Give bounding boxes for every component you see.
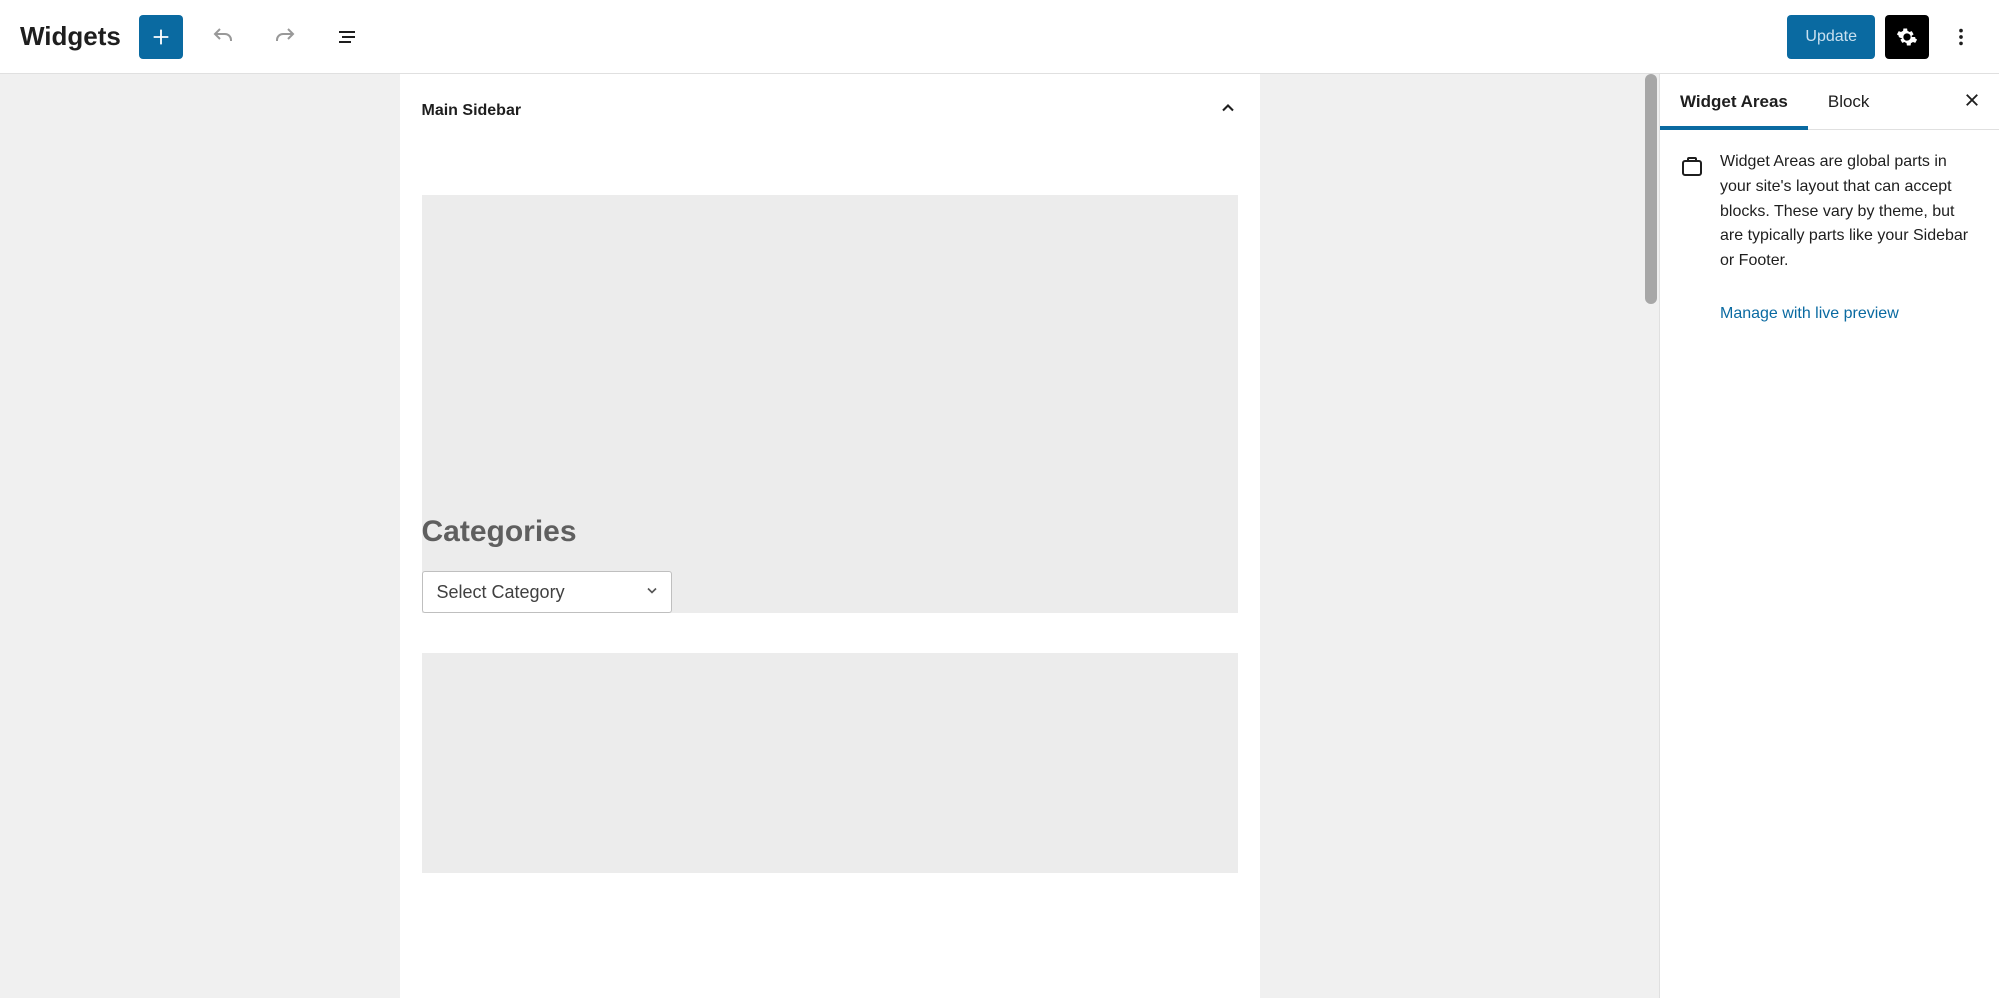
plus-icon	[150, 26, 172, 48]
tab-widget-areas[interactable]: Widget Areas	[1660, 74, 1808, 130]
widget-area-panel: Main Sidebar Categories Select Category	[400, 74, 1260, 998]
gear-icon	[1896, 26, 1918, 48]
block-gap	[422, 613, 1238, 653]
manage-live-preview-link[interactable]: Manage with live preview	[1720, 302, 1979, 327]
settings-sidebar: Widget Areas Block Widget Areas are glob…	[1659, 74, 1999, 998]
close-icon	[1963, 96, 1981, 112]
editor-body: Main Sidebar Categories Select Category	[0, 74, 1999, 998]
add-block-button[interactable]	[139, 15, 183, 59]
toolbar-right-group: Update	[1787, 15, 1983, 59]
redo-icon	[273, 25, 297, 49]
editor-canvas-column: Main Sidebar Categories Select Category	[0, 74, 1659, 998]
settings-content: Widget Areas are global parts in your si…	[1660, 130, 1999, 347]
undo-icon	[211, 25, 235, 49]
chevron-up-icon	[1218, 98, 1238, 123]
categories-widget-block[interactable]: Categories Select Category	[422, 195, 1238, 613]
categories-heading: Categories	[422, 515, 1238, 549]
categories-select[interactable]: Select Category	[422, 571, 672, 613]
widget-area-title: Main Sidebar	[422, 102, 522, 120]
more-vertical-icon	[1950, 26, 1972, 48]
toolbar-left-group: Widgets	[20, 15, 369, 59]
page-title: Widgets	[20, 21, 121, 52]
widget-area-body: Categories Select Category	[400, 145, 1260, 933]
close-settings-button[interactable]	[1955, 83, 1989, 120]
scrollbar-thumb[interactable]	[1645, 74, 1657, 304]
editor-toolbar: Widgets	[0, 0, 1999, 74]
next-widget-block[interactable]	[422, 653, 1238, 873]
list-icon	[335, 25, 359, 49]
settings-description: Widget Areas are global parts in your si…	[1720, 153, 1968, 269]
settings-tabs: Widget Areas Block	[1660, 74, 1999, 130]
settings-button[interactable]	[1885, 15, 1929, 59]
settings-text-block: Widget Areas are global parts in your si…	[1720, 150, 1979, 327]
categories-select-wrap: Select Category	[422, 571, 672, 613]
undo-button[interactable]	[201, 15, 245, 59]
options-button[interactable]	[1939, 15, 1983, 59]
document-overview-button[interactable]	[325, 15, 369, 59]
tab-block[interactable]: Block	[1808, 74, 1890, 130]
categories-widget-placeholder	[422, 195, 1238, 515]
redo-button[interactable]	[263, 15, 307, 59]
spacer-block[interactable]	[422, 145, 1238, 195]
widget-area-header[interactable]: Main Sidebar	[400, 74, 1260, 145]
update-button[interactable]: Update	[1787, 15, 1875, 59]
widget-areas-icon	[1680, 150, 1704, 327]
